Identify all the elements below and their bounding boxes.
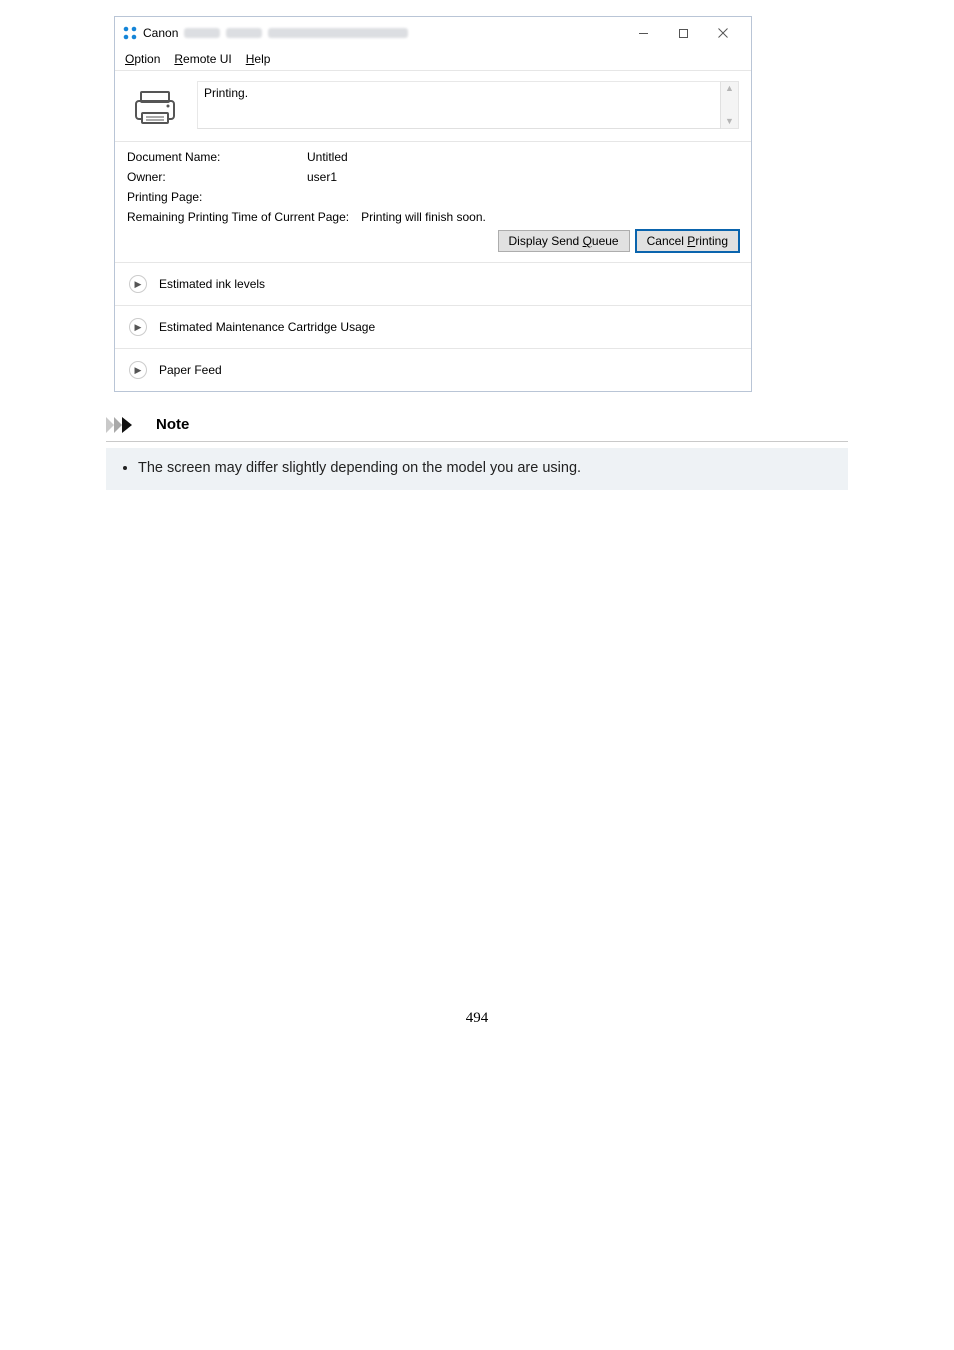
page-number: 494	[106, 1010, 848, 1047]
menu-help[interactable]: Help	[246, 52, 271, 66]
remaining-time-label: Remaining Printing Time of Current Page:	[127, 210, 349, 224]
status-message: Printing.	[197, 81, 721, 129]
scroll-down-icon[interactable]: ▼	[725, 117, 734, 126]
title-redacted	[268, 28, 408, 38]
remaining-time-value: Printing will finish soon.	[361, 210, 486, 224]
expander-label: Paper Feed	[159, 363, 222, 377]
scroll-up-icon[interactable]: ▲	[725, 84, 734, 93]
title-redacted	[184, 28, 220, 38]
minimize-button[interactable]	[623, 22, 663, 44]
note-heading: Note	[156, 416, 189, 433]
chevron-right-icon: ▶	[129, 275, 147, 293]
cancel-printing-button[interactable]: Cancel Printing	[636, 230, 739, 252]
chevron-right-icon: ▶	[129, 361, 147, 379]
status-row: Printing. ▲ ▼	[115, 71, 751, 142]
expander-label: Estimated ink levels	[159, 277, 265, 291]
app-icon	[123, 26, 137, 40]
titlebar: Canon	[115, 17, 751, 49]
status-scrollbar[interactable]: ▲ ▼	[721, 81, 739, 129]
action-row: Display Send Queue Cancel Printing	[127, 230, 739, 252]
maximize-button[interactable]	[663, 22, 703, 44]
window-controls	[623, 22, 743, 44]
info-block: Document Name: Untitled Owner: user1 Pri…	[115, 142, 751, 263]
menu-remote-ui[interactable]: Remote UI	[174, 52, 231, 66]
expander-maintenance-cartridge[interactable]: ▶ Estimated Maintenance Cartridge Usage	[115, 306, 751, 349]
printer-icon	[127, 81, 183, 129]
note-heading-row: Note	[106, 416, 848, 442]
menu-option[interactable]: Option	[125, 52, 160, 66]
note-item: The screen may differ slightly depending…	[138, 458, 836, 480]
chevron-right-icon: ▶	[129, 318, 147, 336]
expander-ink-levels[interactable]: ▶ Estimated ink levels	[115, 263, 751, 306]
doc-name-value: Untitled	[307, 150, 348, 164]
note-arrows-icon	[106, 417, 150, 433]
window-title: Canon	[143, 26, 178, 40]
menubar: Option Remote UI Help	[115, 49, 751, 71]
status-text-wrap: Printing. ▲ ▼	[197, 81, 739, 129]
title-redacted	[226, 28, 262, 38]
expander-paper-feed[interactable]: ▶ Paper Feed	[115, 349, 751, 391]
display-send-queue-button[interactable]: Display Send Queue	[498, 230, 630, 252]
titlebar-left: Canon	[123, 26, 623, 40]
owner-label: Owner:	[127, 170, 307, 184]
close-button[interactable]	[703, 22, 743, 44]
note-body: The screen may differ slightly depending…	[106, 448, 848, 490]
printing-page-label: Printing Page:	[127, 190, 307, 204]
owner-value: user1	[307, 170, 337, 184]
status-monitor-window: Canon Option Remote UI Help	[114, 16, 752, 392]
doc-name-label: Document Name:	[127, 150, 307, 164]
expander-label: Estimated Maintenance Cartridge Usage	[159, 320, 375, 334]
